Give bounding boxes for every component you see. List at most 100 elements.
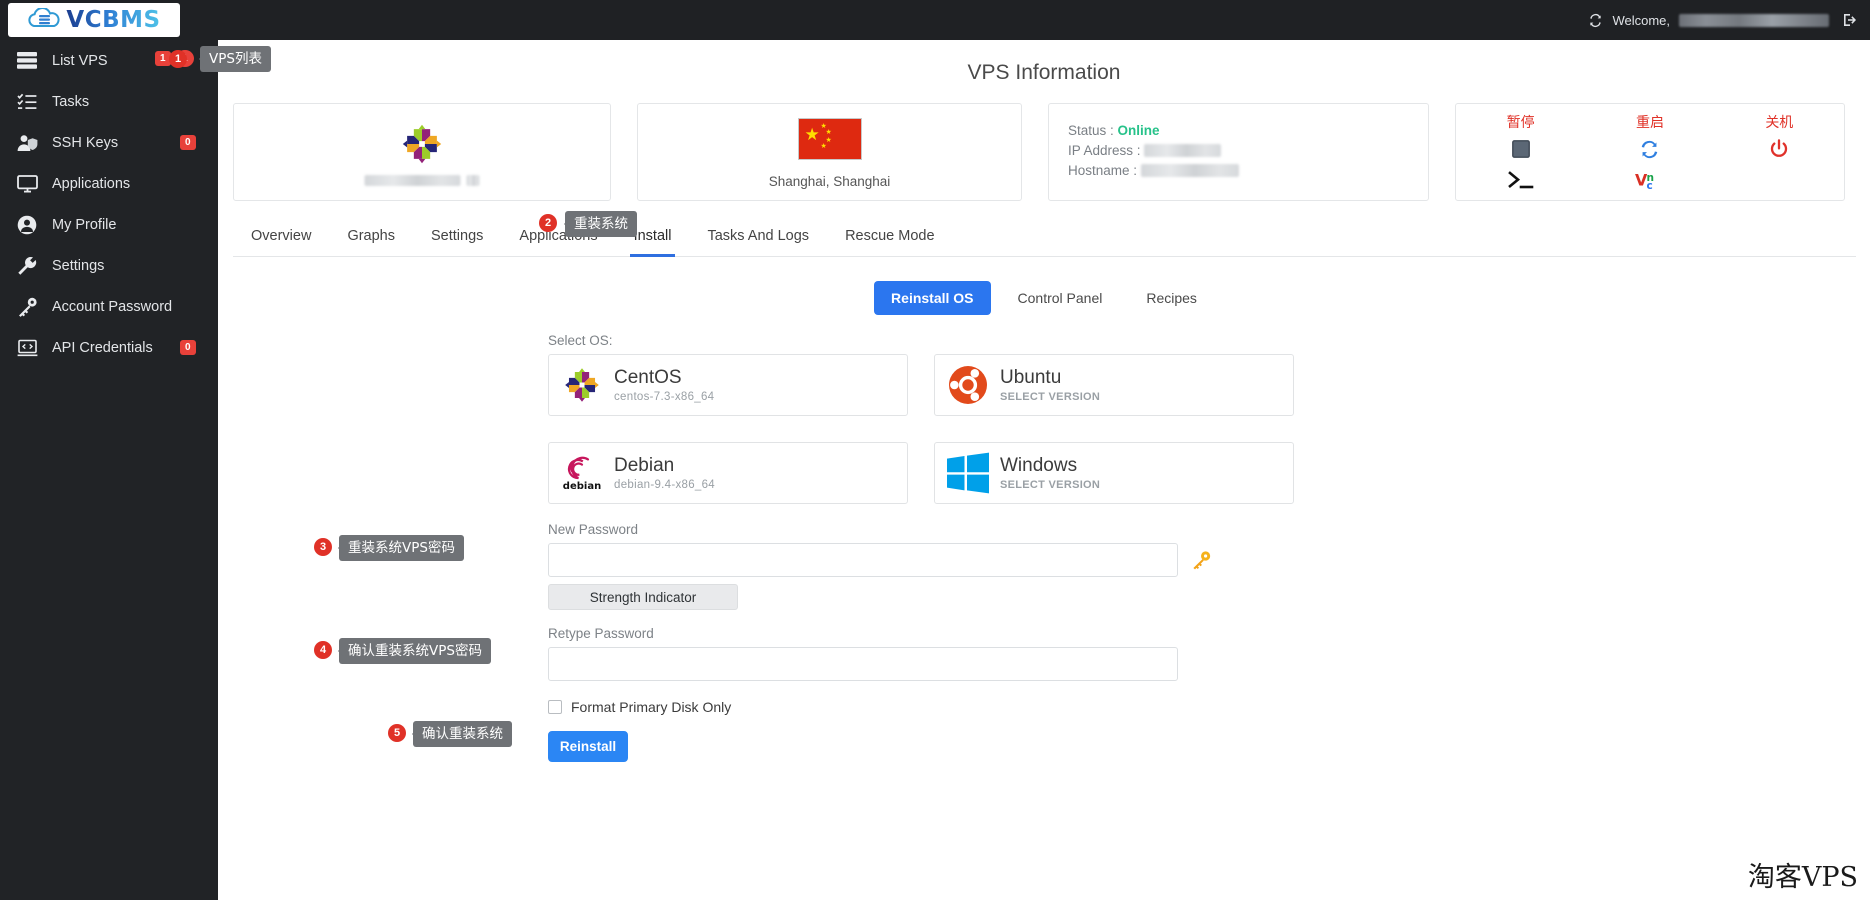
tooltip-vps-list: VPS列表: [199, 46, 271, 72]
user-shield-icon: [14, 134, 40, 152]
code-laptop-icon: [14, 339, 40, 357]
sidebar-item-api-credentials[interactable]: API Credentials 0: [0, 327, 218, 368]
os-option-debian[interactable]: debian Debian debian-9.4-x86_64: [548, 442, 908, 504]
welcome-username-redacted: [1679, 13, 1829, 27]
cloud-server-icon: [27, 7, 61, 32]
os-option-centos[interactable]: CentOS centos-7.3-x86_64: [548, 354, 908, 416]
sidebar-item-tasks[interactable]: Tasks: [0, 81, 218, 122]
os-option-version: SELECT VERSION: [1000, 479, 1101, 491]
sidebar-item-settings[interactable]: Settings: [0, 245, 218, 286]
status-row: Status : Online: [1068, 121, 1428, 141]
format-disk-label: Format Primary Disk Only: [571, 699, 732, 715]
china-flag-icon: ★ ★ ★ ★ ★: [797, 118, 862, 160]
format-disk-row[interactable]: Format Primary Disk Only: [548, 699, 1870, 715]
refresh-icon[interactable]: [1588, 13, 1603, 28]
vps-tab-bar: Overview Graphs Settings Applications In…: [233, 221, 1856, 257]
location-card: ★ ★ ★ ★ ★ Shanghai, Shanghai: [637, 103, 1022, 201]
hostname-label: Hostname :: [1068, 163, 1138, 178]
subtab-recipes[interactable]: Recipes: [1129, 281, 1214, 315]
action-restart-group: 重启 V n c: [1585, 114, 1714, 193]
os-option-name: Windows: [1000, 455, 1078, 476]
power-actions-card: 暂停 重启 V n c 关机: [1455, 103, 1845, 201]
step-badge-1: 1: [169, 50, 187, 68]
hostname-value-redacted: [1140, 164, 1239, 177]
os-option-windows[interactable]: Windows SELECT VERSION: [934, 442, 1294, 504]
step-badge-3: 3: [314, 538, 332, 556]
sidebar-item-label: SSH Keys: [52, 134, 119, 151]
topbar-right-group: Welcome,: [1588, 0, 1858, 40]
tab-graphs[interactable]: Graphs: [329, 221, 413, 256]
os-option-ubuntu[interactable]: Ubuntu SELECT VERSION: [934, 354, 1294, 416]
server-list-icon: [14, 52, 40, 69]
format-disk-checkbox[interactable]: [548, 700, 562, 714]
sidebar-item-label: My Profile: [52, 216, 117, 233]
welcome-label: Welcome,: [1612, 12, 1670, 28]
logout-icon[interactable]: [1842, 12, 1858, 28]
retype-password-input[interactable]: [548, 647, 1178, 681]
sidebar-item-account-password[interactable]: Account Password: [0, 286, 218, 327]
os-option-version: SELECT VERSION: [1000, 391, 1101, 403]
ip-label: IP Address :: [1068, 143, 1141, 158]
sidebar-item-ssh-keys[interactable]: SSH Keys 0: [0, 122, 218, 163]
debian-logo-icon: debian: [559, 450, 605, 496]
status-card: Status : Online IP Address : Hostname :: [1048, 103, 1429, 201]
sidebar-item-label: List VPS: [52, 52, 108, 69]
os-option-version: debian-9.4-x86_64: [614, 479, 716, 491]
hostname-row: Hostname :: [1068, 161, 1428, 181]
subtab-reinstall-os[interactable]: Reinstall OS: [874, 281, 991, 315]
action-shutdown-group: 关机: [1715, 114, 1844, 193]
sidebar-item-label: Settings: [52, 257, 105, 274]
subtab-control-panel[interactable]: Control Panel: [1001, 281, 1120, 315]
step-badge-2: 2: [539, 214, 557, 232]
os-option-name: Ubuntu: [1000, 367, 1062, 388]
tab-overview[interactable]: Overview: [233, 221, 329, 256]
sidebar-item-applications[interactable]: Applications: [0, 163, 218, 204]
centos-logo-icon: [398, 120, 446, 173]
ip-row: IP Address :: [1068, 141, 1428, 161]
password-strength-indicator: Strength Indicator: [548, 584, 738, 610]
wrench-icon: [14, 256, 40, 276]
key-generate-icon[interactable]: [1191, 550, 1212, 570]
sidebar: List VPS 1 1 Tasks SSH Keys 0: [0, 40, 218, 900]
power-off-icon[interactable]: [1715, 135, 1844, 163]
sidebar-item-label: Account Password: [52, 298, 173, 315]
action-pause-group: 暂停: [1456, 114, 1585, 193]
user-circle-icon: [14, 215, 40, 235]
tooltip-reinstall-system: 重装系统: [564, 211, 637, 237]
brand-logo[interactable]: VCBMS: [8, 3, 180, 37]
vnc-icon[interactable]: V n c: [1585, 167, 1714, 193]
new-password-input[interactable]: [548, 543, 1178, 577]
action-pause-label: 暂停: [1506, 115, 1535, 131]
top-bar: VCBMS Welcome,: [0, 0, 1870, 40]
sidebar-item-label: Tasks: [52, 93, 90, 110]
tab-settings[interactable]: Settings: [413, 221, 501, 256]
sidebar-item-label: Applications: [52, 175, 131, 192]
reinstall-button[interactable]: Reinstall: [548, 731, 628, 762]
svg-text:c: c: [1646, 180, 1652, 190]
os-name-redacted: [364, 175, 480, 186]
os-option-name: Debian: [614, 455, 675, 476]
stop-square-icon[interactable]: [1456, 135, 1585, 163]
brand-name: VCBMS: [66, 7, 161, 33]
tooltip-new-password: 重装系统VPS密码: [338, 535, 464, 561]
sidebar-badge-ssh-keys: 0: [180, 135, 196, 150]
retype-password-label: Retype Password: [548, 626, 654, 641]
console-terminal-icon[interactable]: [1456, 167, 1585, 193]
select-os-label: Select OS:: [548, 333, 613, 348]
os-option-version: centos-7.3-x86_64: [614, 391, 715, 403]
os-options-grid: CentOS centos-7.3-x86_64 Ubuntu SELECT V…: [548, 354, 1678, 504]
task-list-icon: [14, 93, 40, 110]
restart-refresh-icon[interactable]: [1585, 135, 1714, 163]
status-label: Status :: [1068, 123, 1114, 138]
page-title: VPS Information: [967, 61, 1121, 84]
tab-rescue-mode[interactable]: Rescue Mode: [827, 221, 952, 256]
location-text: Shanghai, Shanghai: [768, 174, 891, 189]
monitor-icon: [14, 174, 40, 193]
step-badge-4: 4: [314, 641, 332, 659]
install-subtab-bar: Reinstall OS Control Panel Recipes: [218, 281, 1870, 315]
sidebar-item-label: API Credentials: [52, 339, 153, 356]
tab-tasks-and-logs[interactable]: Tasks And Logs: [689, 221, 827, 256]
sidebar-item-my-profile[interactable]: My Profile: [0, 204, 218, 245]
os-option-name: CentOS: [614, 367, 682, 388]
tooltip-confirm-reinstall: 确认重装系统: [412, 721, 512, 747]
